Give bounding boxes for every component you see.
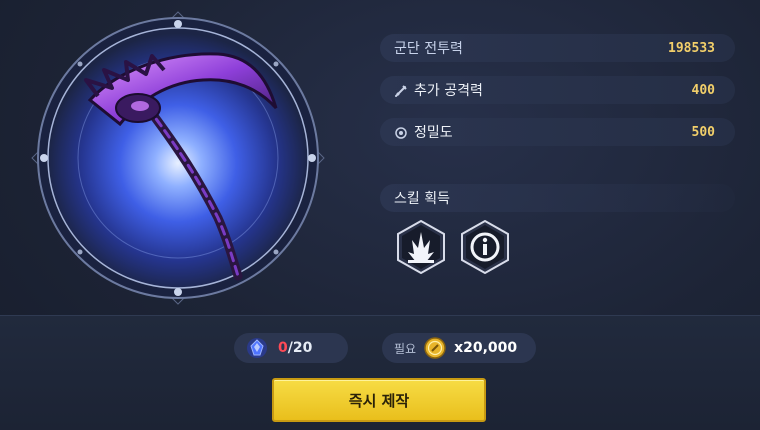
scythe-weapon-image [31,11,325,305]
material-count-pill: 0/20 [234,333,348,363]
stat-row-extra-attack: 추가 공격력 400 [380,76,735,104]
sword-icon [394,83,408,97]
instant-craft-label: 즉시 제작 [348,391,410,410]
material-count-total: /20 [287,340,313,356]
extra-attack-value: 400 [691,82,715,98]
material-count-current: 0 [278,340,288,356]
extra-attack-label: 추가 공격력 [414,83,483,99]
legion-power-value: 198533 [668,40,715,56]
crosshair-icon [394,125,408,139]
precision-value: 500 [691,124,715,140]
stat-row-legion-power: 군단 전투력 198533 [380,34,735,62]
skill-acquire-title: 스킬 획득 [394,191,450,207]
instant-craft-button[interactable]: 즉시 제작 [272,378,486,422]
cost-label: 필요 [394,341,417,356]
gold-coin-icon [424,337,446,359]
info-skill-icon[interactable] [460,219,510,275]
gold-cost-pill: 필요 x20,000 [382,333,536,363]
gold-cost-value: x20,000 [454,340,518,356]
legion-power-label: 군단 전투력 [394,41,463,57]
precision-label: 정밀도 [414,125,453,141]
material-count: 0/20 [278,340,312,356]
weapon-showcase [28,8,328,308]
burst-skill-icon[interactable] [396,219,446,275]
crystal-material-icon [246,337,268,359]
skill-acquire-header: 스킬 획득 [380,184,735,212]
stat-row-precision: 정밀도 500 [380,118,735,146]
